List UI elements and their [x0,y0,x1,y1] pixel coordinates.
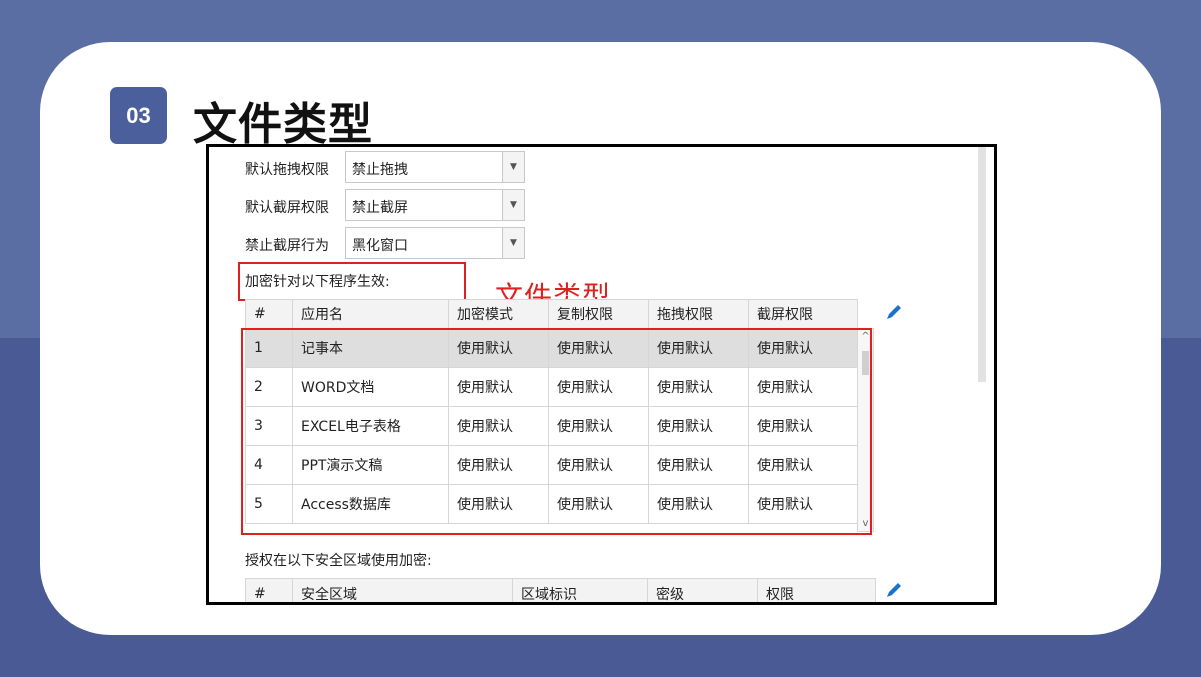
screenshot-behavior-select[interactable]: 黑化窗口 ▼ [345,227,525,259]
highlight-box-section-label [238,262,466,301]
section-number-badge: 03 [110,87,167,144]
triangle-down-icon[interactable]: ▼ [502,190,524,220]
drag-permission-label: 默认拖拽权限 [245,162,329,178]
column-header[interactable]: 密级 [647,578,758,602]
triangle-down-icon[interactable]: ▼ [502,152,524,182]
column-header[interactable]: 加密模式 [448,299,549,329]
highlight-box-apps-table [241,328,872,535]
drag-permission-value: 禁止拖拽 [352,162,408,178]
column-header[interactable]: 权限 [757,578,876,602]
column-header[interactable]: # [245,299,293,329]
table-header-row: # 应用名 加密模式 复制权限 拖拽权限 截屏权限 [245,299,858,329]
settings-panel-screenshot: 默认拖拽权限 禁止拖拽 ▼ 默认截屏权限 禁止截屏 ▼ 禁止截屏行为 黑化窗口 … [206,144,997,605]
column-header[interactable]: 截屏权限 [748,299,858,329]
triangle-down-icon[interactable]: ▼ [502,228,524,258]
screenshot-permission-value: 禁止截屏 [352,200,408,216]
column-header[interactable]: 应用名 [292,299,449,329]
column-header[interactable]: 复制权限 [548,299,649,329]
slide-title: 文件类型 [193,99,373,150]
zones-table: # 安全区域 区域标识 密级 权限 [245,578,876,602]
column-header[interactable]: 拖拽权限 [648,299,749,329]
column-header[interactable]: 区域标识 [512,578,648,602]
screenshot-permission-select[interactable]: 禁止截屏 ▼ [345,189,525,221]
panel-scrollbar[interactable] [978,147,986,382]
screenshot-behavior-value: 黑化窗口 [352,238,408,254]
screenshot-permission-label: 默认截屏权限 [245,200,329,216]
column-header[interactable]: 安全区域 [292,578,513,602]
zones-section-label: 授权在以下安全区域使用加密: [245,553,432,569]
drag-permission-select[interactable]: 禁止拖拽 ▼ [345,151,525,183]
table-header-row: # 安全区域 区域标识 密级 权限 [245,578,876,602]
pencil-icon[interactable] [884,580,904,600]
screenshot-behavior-label: 禁止截屏行为 [245,238,329,254]
column-header[interactable]: # [245,578,293,602]
pencil-icon[interactable] [884,302,904,322]
